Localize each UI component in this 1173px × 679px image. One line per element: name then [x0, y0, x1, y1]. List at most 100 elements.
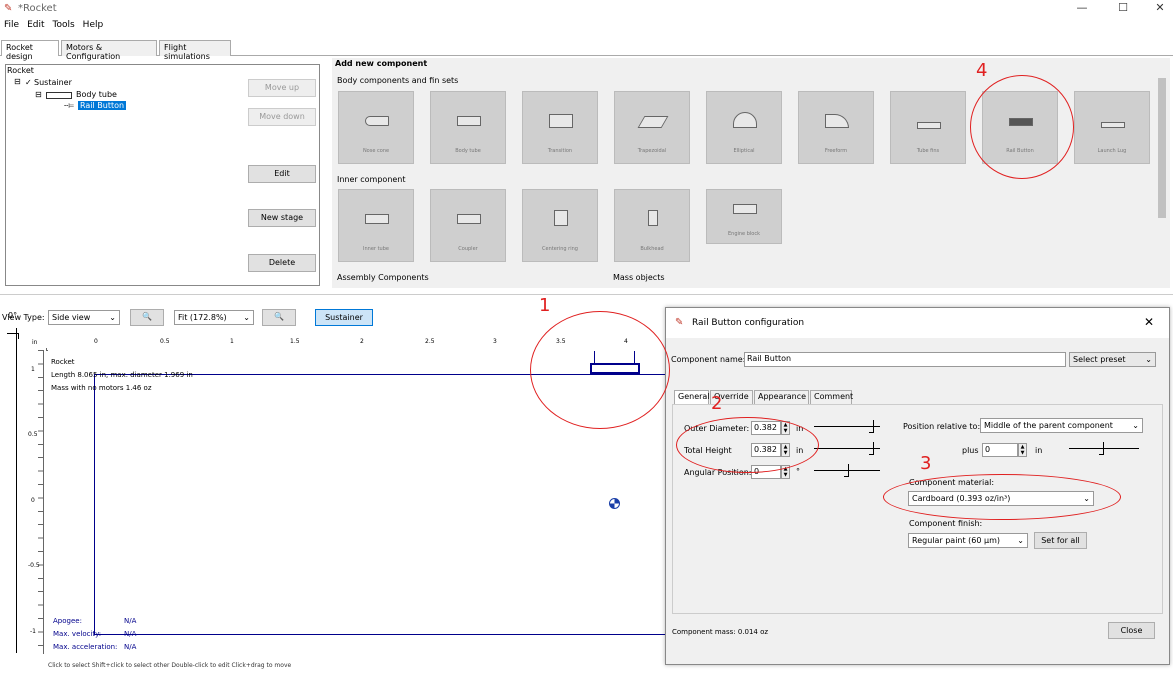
chevron-down-icon: ⌄	[243, 313, 250, 322]
dialog-title: Rail Button configuration	[692, 318, 805, 328]
tab-rocket-design[interactable]: Rocket design	[1, 40, 59, 61]
tile-label: Tube fins	[916, 148, 940, 154]
inner-tube-icon	[365, 214, 389, 224]
ruler-unit: in	[32, 339, 38, 346]
tab-general[interactable]: General	[674, 390, 710, 404]
title-bar: ✎ *Rocket — ☐ ✕	[0, 0, 1173, 18]
tab-flight-simulations[interactable]: Flight simulations	[159, 40, 231, 61]
elliptical-tile[interactable]: Elliptical	[706, 91, 782, 164]
assembly-section-label: Assembly Components	[337, 273, 429, 282]
tab-motors-configuration[interactable]: Motors & Configuration	[61, 40, 157, 61]
transition-tile[interactable]: Transition	[522, 91, 598, 164]
tree-item-rocket[interactable]: Rocket	[7, 66, 34, 75]
menu-file[interactable]: File	[4, 20, 19, 30]
tile-label: Inner tube	[363, 246, 389, 252]
center-of-gravity-icon	[609, 498, 620, 509]
zoom-select[interactable]: Fit (172.8%) ⌄	[174, 310, 254, 325]
tab-appearance[interactable]: Appearance	[754, 390, 809, 404]
app-icon: ✎	[675, 317, 684, 328]
engine-block-icon	[733, 204, 757, 214]
total-height-slider[interactable]	[814, 442, 880, 456]
position-offset-slider[interactable]	[1069, 442, 1139, 456]
tree-expander-icon[interactable]: ⊟	[35, 90, 42, 99]
tree-expander-icon[interactable]: ⊟	[14, 77, 21, 86]
stage-sustainer-button[interactable]: Sustainer	[315, 309, 373, 326]
menu-tools[interactable]: Tools	[53, 20, 75, 30]
component-scrollbar[interactable]	[1156, 68, 1168, 283]
nose-cone-icon	[365, 116, 389, 126]
rotation-slider-knob[interactable]	[7, 333, 19, 339]
rotation-slider-track[interactable]	[16, 328, 17, 653]
chevron-down-icon: ⌄	[109, 313, 116, 322]
chevron-down-icon: ⌄	[1017, 536, 1024, 545]
ruler-label: 2	[360, 338, 364, 345]
ruler-label: -1	[30, 628, 36, 635]
ruler-label: 1.5	[290, 338, 300, 345]
max-velocity-label: Max. velocity:	[53, 630, 102, 638]
tile-label: Nose cone	[362, 148, 390, 154]
outer-diameter-slider[interactable]	[814, 420, 880, 434]
window-title: *Rocket	[18, 3, 57, 14]
body-tube-icon	[457, 116, 481, 126]
maximize-button[interactable]: ☐	[1113, 1, 1133, 14]
component-finish-select[interactable]: Regular paint (60 µm) ⌄	[908, 533, 1028, 548]
minimize-button[interactable]: —	[1072, 1, 1092, 14]
trapezoidal-tile[interactable]: Trapezoidal	[614, 91, 690, 164]
annotation-number-2: 2	[711, 393, 723, 414]
scrollbar-thumb[interactable]	[1158, 78, 1166, 218]
component-mass-text: Component mass: 0.014 oz	[672, 628, 769, 636]
rotation-angle-label: 0°	[8, 311, 18, 320]
add-component-heading: Add new component	[335, 59, 428, 68]
set-for-all-button[interactable]: Set for all	[1034, 532, 1087, 549]
position-relative-select[interactable]: Middle of the parent component ⌄	[980, 418, 1143, 433]
tree-item-body-tube[interactable]: Body tube	[76, 90, 117, 99]
tree-item-rail-button[interactable]: Rail Button	[78, 101, 127, 110]
menu-edit[interactable]: Edit	[27, 20, 44, 30]
body-section-label: Body components and fin sets	[337, 76, 459, 85]
rocket-mass-text: Mass with no motors 1.46 oz	[51, 384, 152, 392]
nose-cone-tile[interactable]: Nose cone	[338, 91, 414, 164]
tab-comment[interactable]: Comment	[810, 390, 853, 404]
edit-button[interactable]: Edit	[248, 165, 316, 183]
plus-offset-spinner[interactable]: ▲ ▼	[1018, 443, 1027, 457]
body-tube-tile[interactable]: Body tube	[430, 91, 506, 164]
zoom-in-button[interactable]: 🔍	[130, 309, 164, 326]
component-name-input[interactable]: Rail Button	[744, 352, 1066, 367]
annotation-circle-1	[530, 311, 670, 429]
close-dialog-button[interactable]: Close	[1108, 622, 1155, 639]
centering-ring-tile[interactable]: Centering ring	[522, 189, 598, 262]
ruler-ticks	[38, 350, 44, 654]
engine-block-tile[interactable]: Engine block	[706, 189, 782, 244]
dialog-close-icon[interactable]: ✕	[1144, 315, 1154, 329]
freeform-tile[interactable]: Freeform	[798, 91, 874, 164]
trapezoidal-fin-icon	[637, 116, 669, 128]
menu-help[interactable]: Help	[83, 20, 104, 30]
close-window-button[interactable]: ✕	[1150, 1, 1170, 14]
tube-fins-tile[interactable]: Tube fins	[890, 91, 966, 164]
view-type-value: Side view	[52, 313, 91, 322]
move-up-button[interactable]: Move up	[248, 79, 316, 97]
angular-position-slider[interactable]	[814, 464, 880, 478]
pane-divider[interactable]	[0, 294, 1173, 295]
freeform-fin-icon	[825, 114, 849, 128]
select-preset-label: Select preset	[1073, 355, 1126, 364]
centering-ring-icon	[554, 210, 568, 226]
bulkhead-tile[interactable]: Bulkhead	[614, 189, 690, 262]
delete-button[interactable]: Delete	[248, 254, 316, 272]
zoom-value: Fit (172.8%)	[178, 313, 227, 322]
max-acceleration-value: N/A	[124, 643, 137, 651]
tree-item-sustainer[interactable]: Sustainer	[34, 78, 72, 87]
select-preset-dropdown[interactable]: Select preset ⌄	[1069, 352, 1156, 367]
move-down-button[interactable]: Move down	[248, 108, 316, 126]
coupler-tile[interactable]: Coupler	[430, 189, 506, 262]
max-acceleration-label: Max. acceleration:	[53, 643, 118, 651]
tile-label: Engine block	[728, 231, 760, 237]
rail-button-icon: ╌⊨	[64, 102, 75, 110]
inner-tube-tile[interactable]: Inner tube	[338, 189, 414, 262]
view-type-select[interactable]: Side view ⌄	[48, 310, 120, 325]
plus-offset-input[interactable]: 0	[982, 443, 1018, 457]
new-stage-button[interactable]: New stage	[248, 209, 316, 227]
position-relative-label: Position relative to:	[903, 422, 981, 431]
launch-lug-tile[interactable]: Launch Lug	[1074, 91, 1150, 164]
zoom-out-button[interactable]: 🔍	[262, 309, 296, 326]
